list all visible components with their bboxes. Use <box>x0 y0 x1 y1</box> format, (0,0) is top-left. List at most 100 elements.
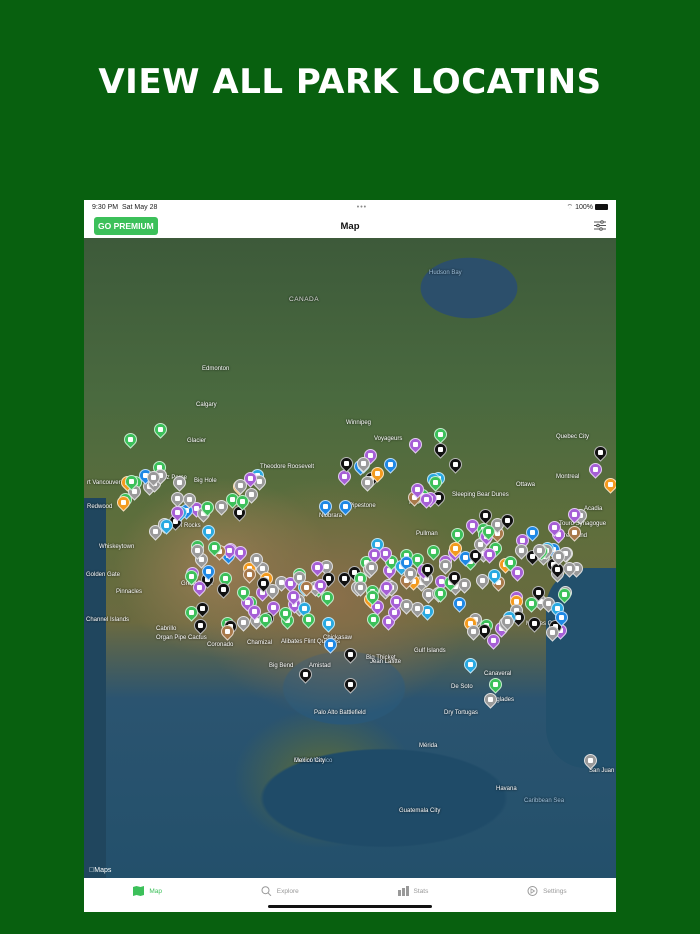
monument-icon <box>271 604 277 610</box>
multitask-dots[interactable]: ••• <box>357 204 367 211</box>
landmark-marker[interactable] <box>336 454 356 473</box>
water-marker[interactable] <box>450 594 470 614</box>
monument-marker[interactable] <box>586 460 605 479</box>
park-label[interactable]: Cabrillo <box>156 626 176 632</box>
park-label[interactable]: Channel Islands <box>86 617 129 623</box>
nature-icon <box>438 432 443 437</box>
nature-icon <box>486 528 492 534</box>
historic-icon <box>240 620 246 626</box>
historic-icon <box>555 554 561 560</box>
park-label[interactable]: Pinnacles <box>116 589 142 595</box>
landmark-marker[interactable] <box>591 443 610 462</box>
park-label[interactable]: Coronado <box>207 642 233 648</box>
tab-stats[interactable]: Stats <box>397 886 428 896</box>
historic-icon <box>177 479 183 485</box>
monument-icon <box>227 547 233 553</box>
historic-icon <box>588 758 593 763</box>
landmark-icon <box>531 620 537 626</box>
city-label: Calgary <box>196 402 217 408</box>
historic-icon <box>415 605 420 611</box>
park-label[interactable]: Glacier <box>187 438 206 444</box>
park-label[interactable]: rt Vancouver <box>87 480 121 486</box>
landmark-icon <box>236 509 242 515</box>
monument-icon <box>368 452 374 458</box>
park-label[interactable]: Organ Pipe Cactus <box>156 635 207 641</box>
park-label[interactable]: Gulf Islands <box>414 648 446 654</box>
park-label[interactable]: Pullman <box>416 531 438 537</box>
monument-icon <box>414 486 420 492</box>
region-label: CANADA <box>289 296 320 303</box>
landmark-icon <box>348 682 353 687</box>
monument-icon <box>372 552 378 558</box>
park-label[interactable]: Golden Gate <box>86 572 120 578</box>
water-icon <box>457 601 463 607</box>
park-label[interactable]: De Soto <box>451 684 473 690</box>
nature-marker[interactable] <box>151 420 170 439</box>
tab-explore[interactable]: Explore <box>261 886 299 896</box>
monument-icon <box>382 550 388 556</box>
park-label[interactable]: Sleeping Bear Dunes <box>452 492 509 498</box>
park-label[interactable]: Pipestone <box>349 503 376 509</box>
sliders-icon[interactable] <box>594 220 606 231</box>
park-label[interactable]: Big Bend <box>269 663 293 669</box>
bar-chart-icon <box>397 886 409 896</box>
landmark-marker[interactable] <box>446 455 465 474</box>
landmark-marker[interactable] <box>525 613 544 633</box>
recreation-icon <box>326 620 332 626</box>
park-label[interactable]: Theodore Roosevelt <box>260 464 314 470</box>
city-label: Winnipeg <box>346 420 372 426</box>
park-label[interactable]: Niobrara <box>319 513 342 519</box>
map-view[interactable]: Maps CANADAHudson BayGulf of MexicoCari… <box>84 238 616 878</box>
park-label[interactable]: Redwood <box>87 504 112 510</box>
landmark-icon <box>343 460 349 466</box>
city-label: Quebec City <box>556 434 590 440</box>
nature-icon <box>508 560 514 566</box>
park-label[interactable]: Big Hole <box>194 478 217 484</box>
nature-icon <box>430 549 436 555</box>
historic-marker[interactable] <box>481 690 500 709</box>
water-icon <box>206 568 212 574</box>
park-label[interactable]: Amistad <box>309 663 331 669</box>
status-time: 9:30 PM <box>92 203 119 211</box>
historic-icon <box>470 628 476 634</box>
nature-marker[interactable] <box>121 430 140 449</box>
go-premium-button[interactable]: GO PREMIUM <box>94 217 158 235</box>
home-indicator[interactable] <box>268 905 432 908</box>
recreation-icon <box>468 662 473 667</box>
park-label[interactable]: Canaveral <box>484 671 511 677</box>
nature-marker[interactable] <box>364 610 383 630</box>
landmark-marker[interactable] <box>431 440 450 459</box>
landmark-icon <box>516 615 522 621</box>
monument-marker[interactable] <box>406 435 425 454</box>
park-label[interactable]: Palo Alto Battlefield <box>314 710 366 716</box>
recreation-icon <box>425 609 431 615</box>
recreation-marker[interactable] <box>461 655 480 674</box>
other-marker[interactable] <box>601 475 616 494</box>
nature-icon <box>493 682 498 687</box>
monument-icon <box>487 552 493 558</box>
tab-settings[interactable]: Settings <box>527 886 567 896</box>
landmark-marker[interactable] <box>341 675 360 694</box>
park-label[interactable]: Jean Lafitte <box>370 659 401 665</box>
recreation-marker[interactable] <box>319 613 338 633</box>
historic-icon <box>550 630 556 636</box>
park-label[interactable]: Chamizal <box>247 640 272 646</box>
other-icon <box>452 546 458 552</box>
park-label[interactable]: Dry Tortugas <box>444 710 478 716</box>
tab-map[interactable]: Map <box>133 886 162 896</box>
water-icon <box>388 462 393 467</box>
landmark-marker[interactable] <box>341 645 360 664</box>
park-label[interactable]: Voyageurs <box>374 436 402 442</box>
monument-icon <box>424 496 430 502</box>
park-label[interactable]: Whiskeytown <box>99 544 134 550</box>
park-label[interactable]: Acadia <box>584 506 602 512</box>
nature-marker[interactable] <box>448 525 467 544</box>
nature-marker[interactable] <box>431 425 450 444</box>
nature-icon <box>369 593 375 599</box>
nature-marker[interactable] <box>486 675 505 694</box>
nature-icon <box>263 616 269 622</box>
landmark-icon <box>200 605 206 611</box>
monument-icon <box>469 522 475 528</box>
recreation-marker[interactable] <box>199 522 218 541</box>
apple-maps-attribution[interactable]: Maps <box>89 867 111 874</box>
